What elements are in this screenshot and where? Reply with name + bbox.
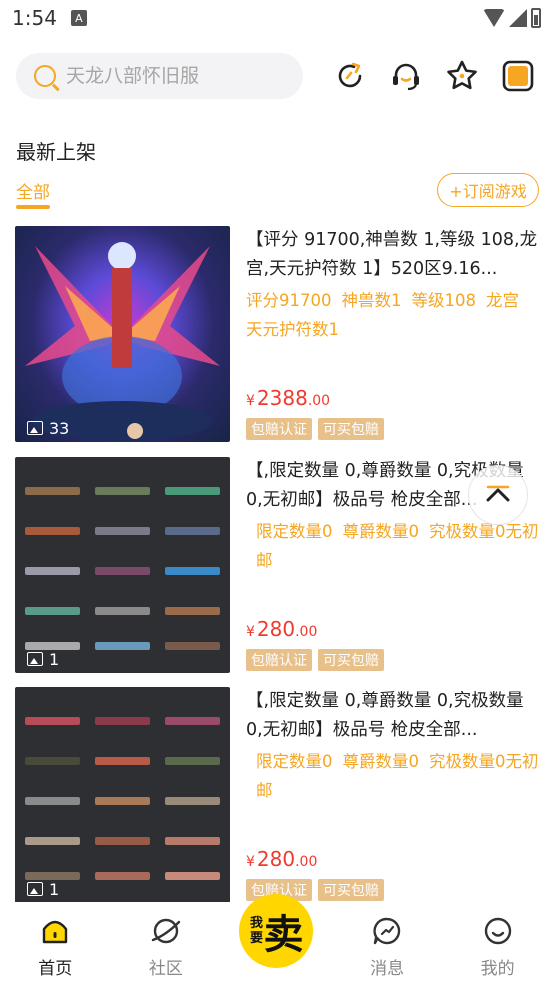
price-decimal: .00 xyxy=(295,624,318,640)
badge-insurance: 可买包赔 xyxy=(318,649,384,671)
price-integer: 2388 xyxy=(256,386,308,410)
battery-icon xyxy=(531,8,541,28)
search-box[interactable] xyxy=(16,53,303,99)
search-input[interactable] xyxy=(66,65,266,87)
message-icon xyxy=(371,914,403,948)
listing-card[interactable]: 1 【,限定数量 0,尊爵数量 0,究极数量 0,无初邮】极品号 枪皮全部...… xyxy=(15,687,540,902)
tag: 究极数量0 xyxy=(429,752,506,771)
image-count: 1 xyxy=(21,647,65,671)
status-indicators xyxy=(483,8,541,28)
star-icon[interactable] xyxy=(445,59,479,93)
listing-info[interactable]: 【评分 91700,神兽数 1,等级 108,龙宫,天元护符数 1】520区9.… xyxy=(246,226,542,442)
tag: 限定数量0 xyxy=(256,522,333,541)
home-icon xyxy=(39,914,71,948)
scroll-to-top-button[interactable] xyxy=(468,465,528,525)
listing-image[interactable]: 1 xyxy=(15,457,230,673)
tag: 等级108 xyxy=(411,291,477,310)
section-title: 最新上架 xyxy=(16,140,96,164)
image-icon xyxy=(27,421,43,435)
price-decimal: .00 xyxy=(295,854,318,870)
tag: 尊爵数量0 xyxy=(342,522,420,541)
badge-insurance: 可买包赔 xyxy=(318,879,384,901)
content-area: 最新上架 全部 +订阅游戏 33 【评分 91700,神兽数 1,等级 108,… xyxy=(0,116,553,902)
complaint-icon[interactable] xyxy=(501,59,535,93)
top-bar xyxy=(0,48,553,104)
listing-title[interactable]: 【,限定数量 0,尊爵数量 0,究极数量 0,无初邮】极品号 枪皮全部... xyxy=(246,687,542,745)
nav-messages[interactable]: 消息 xyxy=(342,902,432,979)
listing-tags: 限定数量0 尊爵数量0 究极数量0无初邮 xyxy=(246,517,542,575)
listing-card[interactable]: 1 【,限定数量 0,尊爵数量 0,究极数量 0,无初邮】极品号 枪皮全部...… xyxy=(15,457,540,673)
tag: 神兽数1 xyxy=(341,291,402,310)
sim-notification-icon: A xyxy=(70,10,87,26)
nav-messages-label: 消息 xyxy=(370,959,405,979)
tab-all[interactable]: 全部 xyxy=(16,178,50,203)
sell-button[interactable]: 我要 卖 xyxy=(239,894,314,968)
nav-community-label: 社区 xyxy=(148,959,183,979)
nav-sell[interactable]: 我要 卖 xyxy=(231,894,321,976)
listing-card[interactable]: 33 【评分 91700,神兽数 1,等级 108,龙宫,天元护符数 1】520… xyxy=(15,226,540,442)
listing-tags: 限定数量0 尊爵数量0 究极数量0无初邮 xyxy=(246,747,542,805)
nav-home-label: 首页 xyxy=(38,959,73,979)
sell-small-label: 我要 xyxy=(249,916,263,946)
listing-badges: 包赔认证 可买包赔 xyxy=(246,418,384,440)
price-decimal: .00 xyxy=(307,393,331,409)
bottom-nav: 首页 社区 我要 卖 消息 我的 xyxy=(0,894,553,983)
image-icon xyxy=(27,882,43,896)
tag: 天元护符数1 xyxy=(246,320,339,339)
signal-icon xyxy=(509,9,527,27)
image-count-value: 1 xyxy=(49,879,60,899)
status-time: 1:54 xyxy=(12,6,57,30)
image-count: 1 xyxy=(21,877,65,901)
refresh-share-icon[interactable] xyxy=(333,59,367,93)
listing-image[interactable]: 1 xyxy=(15,687,230,902)
wifi-icon xyxy=(483,9,505,27)
nav-mine-label: 我的 xyxy=(480,959,515,979)
search-icon xyxy=(34,65,56,87)
image-count-value: 1 xyxy=(49,649,60,669)
listing-image[interactable]: 33 xyxy=(15,226,230,442)
price-currency: ¥ xyxy=(246,624,255,640)
image-icon xyxy=(27,652,43,666)
nav-community[interactable]: 社区 xyxy=(121,902,211,979)
tag: 评分91700 xyxy=(246,291,332,310)
listing-price: ¥280.00 xyxy=(246,847,317,871)
status-bar: 1:54 A xyxy=(0,0,553,36)
smile-icon xyxy=(482,914,514,948)
badge-guarantee: 包赔认证 xyxy=(246,418,312,440)
tag: 龙宫 xyxy=(486,291,519,310)
price-currency: ¥ xyxy=(246,854,255,870)
tag: 尊爵数量0 xyxy=(342,752,420,771)
listing-info[interactable]: 【,限定数量 0,尊爵数量 0,究极数量 0,无初邮】极品号 枪皮全部... 限… xyxy=(246,687,542,902)
image-count: 33 xyxy=(21,416,75,440)
tag: 限定数量0 xyxy=(256,752,333,771)
listing-title[interactable]: 【评分 91700,神兽数 1,等级 108,龙宫,天元护符数 1】520区9.… xyxy=(246,226,542,284)
price-integer: 280 xyxy=(256,847,296,871)
listing-badges: 包赔认证 可买包赔 xyxy=(246,649,384,671)
headset-icon[interactable] xyxy=(389,59,423,93)
nav-mine[interactable]: 我的 xyxy=(453,902,543,979)
listing-tags: 评分91700 神兽数1 等级108 龙宫天元护符数1 xyxy=(246,286,542,344)
nav-home[interactable]: 首页 xyxy=(10,902,100,979)
price-integer: 280 xyxy=(256,617,296,641)
tab-underline xyxy=(16,205,50,209)
image-count-value: 33 xyxy=(49,418,70,438)
listing-price: ¥2388.00 xyxy=(246,386,330,410)
chevron-up-icon xyxy=(486,485,510,502)
badge-insurance: 可买包赔 xyxy=(318,418,384,440)
planet-icon xyxy=(150,914,182,948)
price-currency: ¥ xyxy=(246,393,255,409)
top-action-icons xyxy=(333,59,535,93)
listing-price: ¥280.00 xyxy=(246,617,317,641)
subscribe-game-button[interactable]: +订阅游戏 xyxy=(437,173,539,207)
badge-guarantee: 包赔认证 xyxy=(246,649,312,671)
sell-big-label: 卖 xyxy=(263,912,304,958)
